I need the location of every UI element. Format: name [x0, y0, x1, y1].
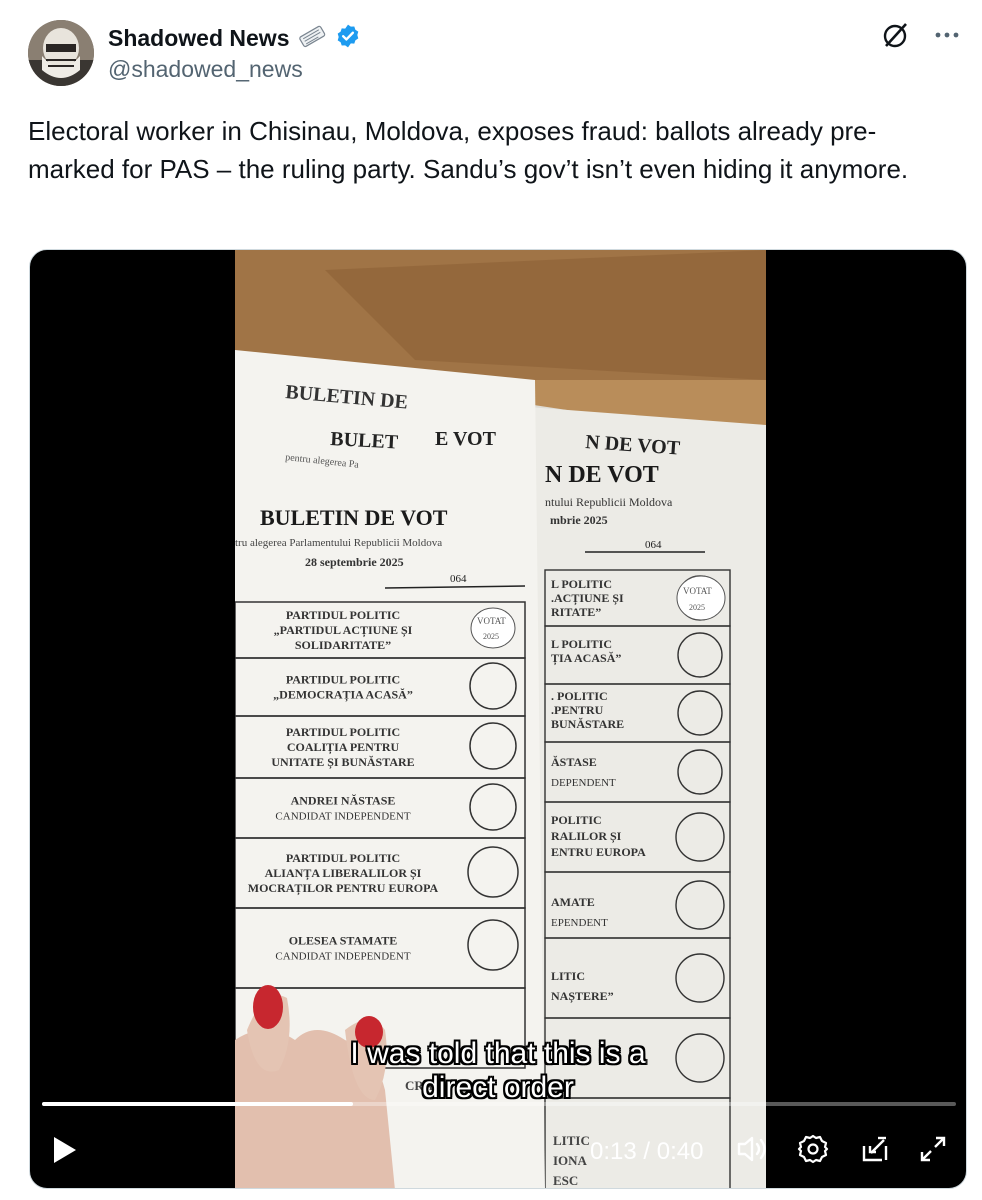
- svg-text:ȚIA ACASĂ”: ȚIA ACASĂ”: [551, 651, 621, 666]
- svg-text:VOTAT: VOTAT: [683, 586, 712, 596]
- ballot-row-1-line-1: PARTIDUL POLITIC: [286, 608, 400, 622]
- video-controls: 0:13 / 0:40: [30, 1120, 966, 1180]
- play-icon[interactable]: [50, 1134, 80, 1171]
- verified-badge-icon[interactable]: [335, 23, 361, 54]
- svg-text:ĂSTASE: ĂSTASE: [551, 755, 597, 769]
- svg-text:DEPENDENT: DEPENDENT: [551, 777, 616, 789]
- ballot-row-3-line-3: UNITATE ȘI BUNĂSTARE: [271, 755, 414, 770]
- svg-text:2025: 2025: [689, 603, 705, 612]
- ballot-title: BULETIN DE VOT: [260, 505, 448, 530]
- video-subtitle-line2: direct order: [422, 1071, 574, 1104]
- avatar[interactable]: [28, 20, 94, 86]
- video-subtitle-line1: I was told that this is a: [350, 1037, 646, 1070]
- svg-text:ntului Republicii Moldova: ntului Republicii Moldova: [545, 495, 673, 509]
- ballot-row-3-line-1: PARTIDUL POLITIC: [286, 725, 400, 739]
- ballot-date: 28 septembrie 2025: [305, 555, 404, 569]
- author-name[interactable]: Shadowed News: [108, 25, 289, 52]
- ballot-row-2-line-1: PARTIDUL POLITIC: [286, 673, 400, 687]
- svg-text:RALILOR ȘI: RALILOR ȘI: [551, 829, 622, 844]
- ballot-number: 064: [450, 573, 467, 585]
- gear-icon[interactable]: [796, 1132, 830, 1171]
- ballot-stamp-year: 2025: [483, 632, 499, 641]
- ballot-row-4-line-2: CANDIDAT INDEPENDENT: [275, 811, 410, 823]
- svg-text:064: 064: [645, 539, 662, 551]
- svg-text:. POLITIC: . POLITIC: [551, 689, 608, 703]
- ballot-row-2-line-2: „DEMOCRAȚIA ACASĂ”: [273, 688, 413, 703]
- svg-text:BUNĂSTARE: BUNĂSTARE: [551, 717, 624, 731]
- svg-text:.PENTRU: .PENTRU: [551, 703, 604, 717]
- video-player[interactable]: N DE VOT N DE VOT ntului Republicii Mold…: [29, 249, 967, 1189]
- ballot-row-6-line-1: OLESEA STAMATE: [289, 934, 398, 948]
- svg-text:.ACȚIUNE ȘI: .ACȚIUNE ȘI: [551, 591, 624, 606]
- svg-text:L POLITIC: L POLITIC: [551, 577, 612, 591]
- tweet-top-actions: [878, 18, 964, 52]
- svg-text:BULET: BULET: [330, 428, 400, 454]
- video-time-separator: /: [643, 1138, 651, 1165]
- ballot-row-4-line-1: ANDREI NĂSTASE: [291, 794, 396, 808]
- more-icon[interactable]: [930, 18, 964, 52]
- video-progress-fill: [42, 1102, 353, 1106]
- pip-icon[interactable]: [858, 1132, 892, 1171]
- svg-text:N DE VOT: N DE VOT: [545, 462, 659, 488]
- ballot-subtitle: tru alegerea Parlamentului Republicii Mo…: [235, 537, 442, 549]
- svg-text:mbrie 2025: mbrie 2025: [550, 513, 608, 527]
- fullscreen-icon[interactable]: [916, 1132, 950, 1171]
- svg-text:L POLITIC: L POLITIC: [551, 637, 612, 651]
- video-time-display: 0:13 / 0:40: [590, 1138, 703, 1166]
- svg-text:LITIC: LITIC: [551, 969, 585, 983]
- video-progress-bar[interactable]: [42, 1102, 956, 1106]
- volume-icon[interactable]: [735, 1132, 769, 1171]
- ballot-stamp: VOTAT: [477, 616, 506, 626]
- ballot-row-5-line-1: PARTIDUL POLITIC: [286, 851, 400, 865]
- grok-icon[interactable]: [878, 18, 912, 52]
- author-handle[interactable]: @shadowed_news: [108, 56, 303, 83]
- ballot-row-1-line-2: „PARTIDUL ACȚIUNE ȘI: [274, 623, 413, 638]
- author-name-row[interactable]: Shadowed News: [108, 22, 361, 55]
- ballot-row-3-line-2: COALIȚIA PENTRU: [287, 740, 400, 755]
- ballot-row-6-line-2: CANDIDAT INDEPENDENT: [275, 951, 410, 963]
- tweet-text: Electoral worker in Chisinau, Moldova, e…: [28, 116, 909, 184]
- svg-text:EPENDENT: EPENDENT: [551, 917, 608, 929]
- svg-text:RITATE”: RITATE”: [551, 605, 601, 619]
- newspaper-icon: [297, 22, 327, 55]
- svg-text:E VOT: E VOT: [435, 428, 497, 450]
- video-duration: 0:40: [656, 1138, 704, 1165]
- ballot-row-5-line-3: MOCRAȚILOR PENTRU EUROPA: [248, 881, 439, 896]
- video-current-time: 0:13: [590, 1138, 637, 1165]
- svg-text:AMATE: AMATE: [551, 895, 595, 909]
- ballot-row-1-line-3: SOLIDARITATE”: [295, 638, 391, 652]
- svg-text:ENTRU EUROPA: ENTRU EUROPA: [551, 845, 646, 859]
- svg-text:NAȘTERE”: NAȘTERE”: [551, 989, 614, 1004]
- svg-text:POLITIC: POLITIC: [551, 813, 602, 827]
- ballot-row-5-line-2: ALIANȚA LIBERALILOR ȘI: [265, 866, 422, 881]
